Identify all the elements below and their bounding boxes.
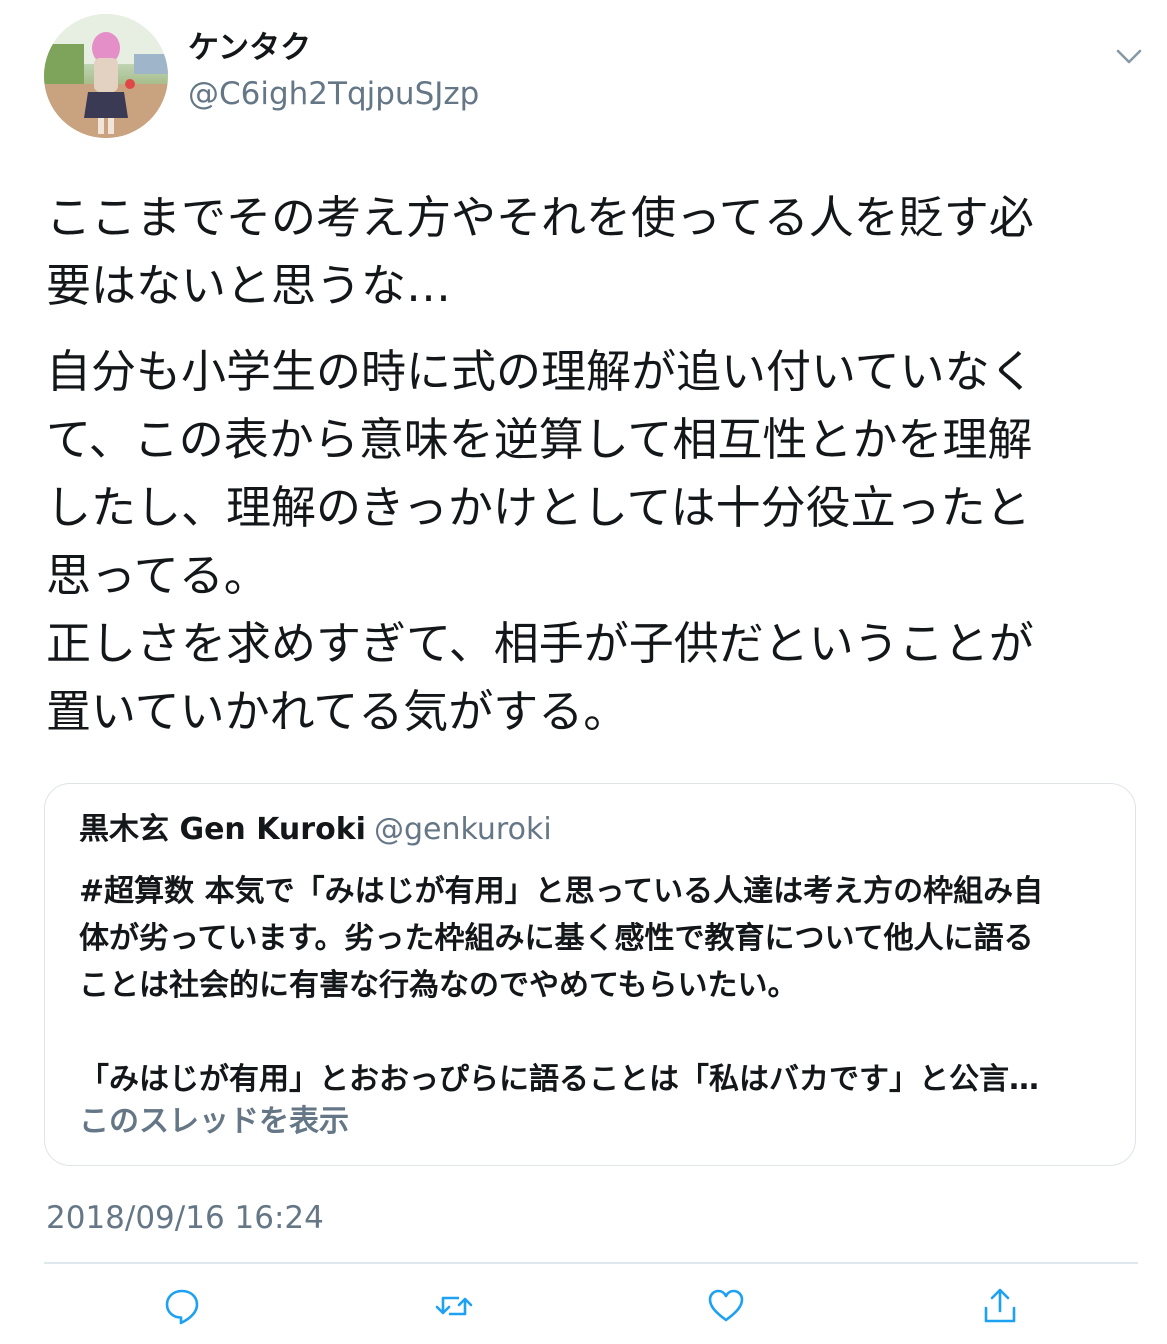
reply-icon[interactable]	[162, 1286, 202, 1326]
share-icon[interactable]	[980, 1286, 1020, 1326]
tweet-timestamp: 2018/09/16 16:24	[46, 1200, 324, 1236]
quoted-tweet-header: 黒木玄 Gen Kuroki @genkuroki	[79, 810, 552, 850]
user-handle[interactable]: @C6igh2TqjpuSJzp	[188, 74, 479, 114]
tweet-text: ここまでその考え方やそれを使ってる人を貶す必 要はないと思うな… 自分も小学生の…	[46, 184, 1126, 746]
display-name[interactable]: ケンタク	[188, 28, 311, 68]
avatar-photo	[44, 14, 168, 138]
tweet-paragraph: 自分も小学生の時に式の理解が追い付いていなく て、この表から意味を逆算して相互性…	[46, 345, 1035, 738]
quoted-tweet-card[interactable]: 黒木玄 Gen Kuroki @genkuroki #超算数 本気で「みはじが有用…	[44, 783, 1136, 1166]
avatar[interactable]	[44, 14, 168, 138]
quoted-author-handle: @genkuroki	[373, 812, 552, 847]
chevron-down-icon[interactable]	[1112, 42, 1146, 70]
divider	[44, 1262, 1138, 1264]
tweet-paragraph: ここまでその考え方やそれを使ってる人を貶す必 要はないと思うな…	[46, 191, 1034, 312]
quoted-tweet-text: #超算数 本気で「みはじが有用」と思っている人達は考え方の枠組み自 体が劣ってい…	[79, 874, 1044, 1097]
retweet-icon[interactable]	[434, 1286, 474, 1326]
show-thread-link[interactable]: このスレッドを表示	[79, 1102, 349, 1142]
quoted-author-name: 黒木玄 Gen Kuroki	[79, 812, 366, 847]
like-icon[interactable]	[706, 1286, 746, 1326]
